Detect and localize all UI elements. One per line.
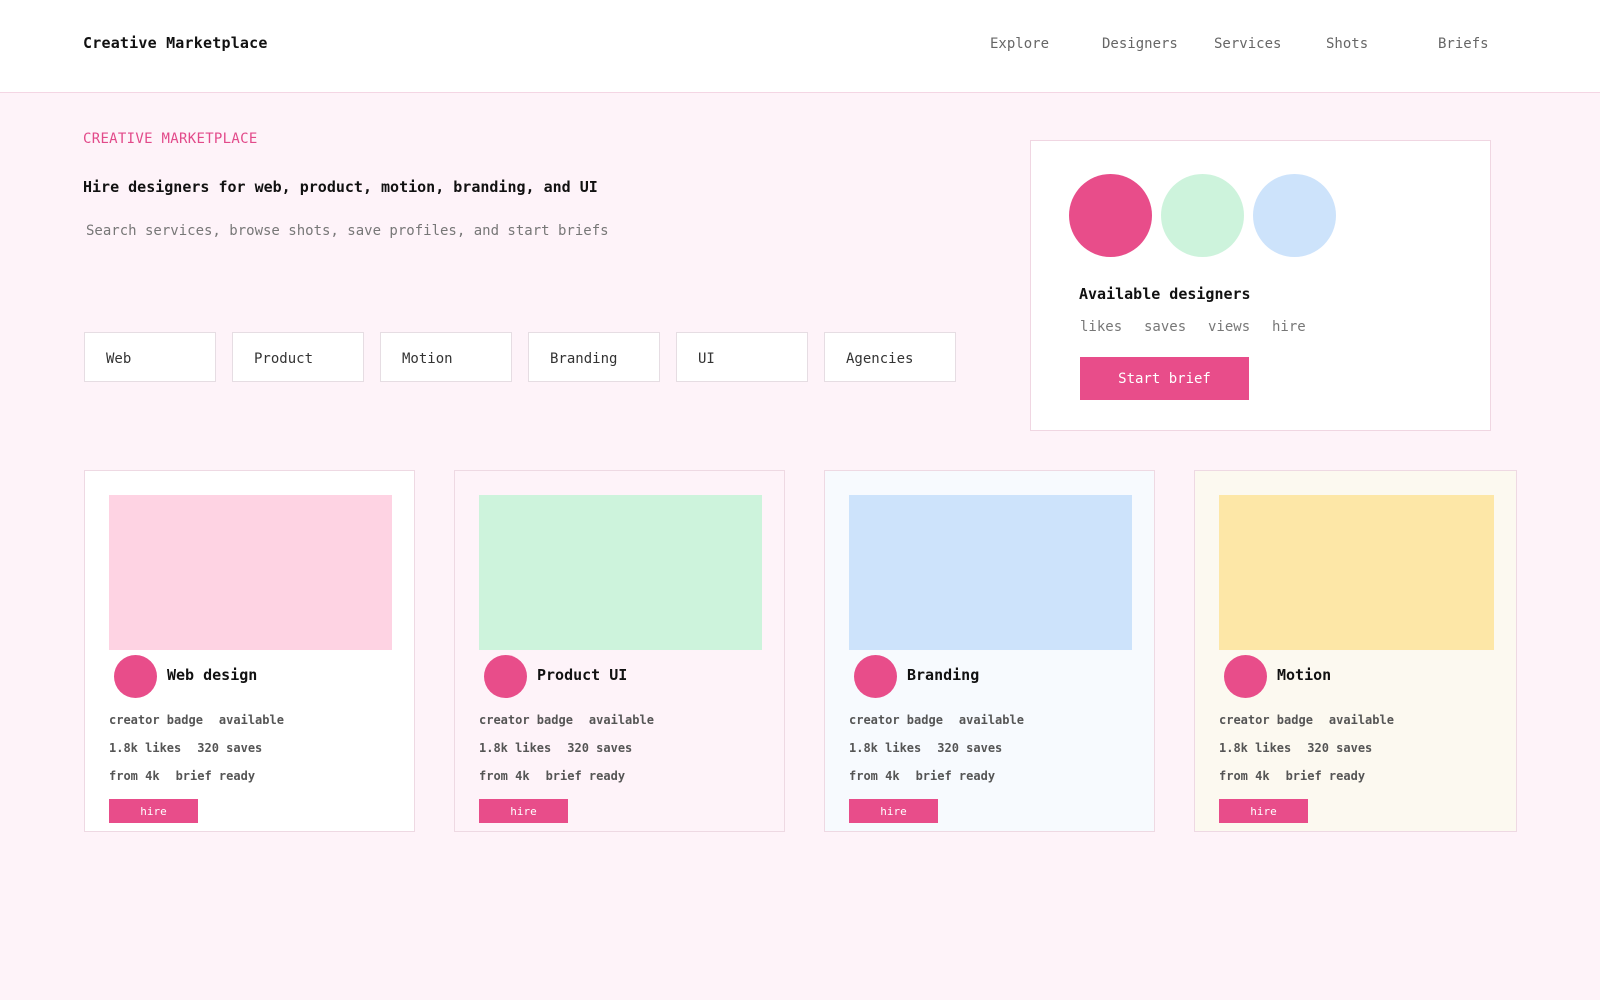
- filter-chip-product[interactable]: Product: [232, 332, 364, 382]
- card-badges: creator badge available: [1219, 713, 1410, 727]
- availability-status: available: [218, 713, 284, 727]
- likes-count: 1.8k likes: [109, 741, 182, 755]
- brief-status: brief ready: [545, 769, 626, 783]
- card-stats: 1.8k likes 320 saves: [479, 741, 648, 755]
- card-thumbnail[interactable]: [1219, 495, 1494, 650]
- nav-shots[interactable]: Shots: [1326, 36, 1368, 52]
- nav-services[interactable]: Services: [1214, 36, 1281, 52]
- designer-avatar[interactable]: [1069, 174, 1152, 257]
- creator-badge: creator badge: [109, 713, 203, 727]
- card-title[interactable]: Product UI: [537, 666, 627, 684]
- card-badges: creator badge available: [849, 713, 1040, 727]
- saves-count: 320 saves: [197, 741, 263, 755]
- likes-count: 1.8k likes: [849, 741, 922, 755]
- card-avatar: [484, 655, 527, 698]
- card-badges: creator badge available: [109, 713, 300, 727]
- filter-chip-motion[interactable]: Motion: [380, 332, 512, 382]
- availability-status: available: [588, 713, 654, 727]
- filter-chip-web[interactable]: Web: [84, 332, 216, 382]
- price: from 4k: [1219, 769, 1270, 783]
- card-avatar: [854, 655, 897, 698]
- nav-explore[interactable]: Explore: [990, 36, 1049, 52]
- card-title[interactable]: Motion: [1277, 666, 1331, 684]
- brief-status: brief ready: [1285, 769, 1366, 783]
- hire-button[interactable]: hire: [479, 799, 568, 823]
- price: from 4k: [479, 769, 530, 783]
- panel-title: Available designers: [1079, 285, 1251, 303]
- hero-eyebrow: CREATIVE MARKETPLACE: [83, 131, 258, 147]
- stat-views: views: [1208, 319, 1251, 335]
- card-stats: 1.8k likes 320 saves: [849, 741, 1018, 755]
- stat-saves: saves: [1144, 319, 1187, 335]
- designer-avatar[interactable]: [1161, 174, 1244, 257]
- card-pricing: from 4k brief ready: [849, 769, 1011, 783]
- card-thumbnail[interactable]: [109, 495, 392, 650]
- service-card[interactable]: Branding creator badge available 1.8k lik…: [824, 470, 1155, 832]
- top-navigation-bar: Creative Marketplace Explore Designers S…: [0, 0, 1600, 93]
- saves-count: 320 saves: [1307, 741, 1373, 755]
- start-brief-button[interactable]: Start brief: [1080, 357, 1249, 400]
- saves-count: 320 saves: [567, 741, 633, 755]
- filter-chip-ui[interactable]: UI: [676, 332, 808, 382]
- price: from 4k: [849, 769, 900, 783]
- nav-designers[interactable]: Designers: [1102, 36, 1178, 52]
- likes-count: 1.8k likes: [479, 741, 552, 755]
- availability-status: available: [1328, 713, 1394, 727]
- card-avatar: [114, 655, 157, 698]
- service-card[interactable]: Product UI creator badge available 1.8k l…: [454, 470, 785, 832]
- brand-logo-text[interactable]: Creative Marketplace: [83, 34, 268, 52]
- card-stats: 1.8k likes 320 saves: [1219, 741, 1388, 755]
- hire-button[interactable]: hire: [849, 799, 938, 823]
- card-pricing: from 4k brief ready: [1219, 769, 1381, 783]
- stat-likes: likes: [1080, 319, 1123, 335]
- card-badges: creator badge available: [479, 713, 670, 727]
- availability-status: available: [958, 713, 1024, 727]
- price: from 4k: [109, 769, 160, 783]
- stat-hire: hire: [1272, 319, 1306, 335]
- hire-button[interactable]: hire: [109, 799, 198, 823]
- card-thumbnail[interactable]: [479, 495, 762, 650]
- card-title[interactable]: Branding: [907, 666, 979, 684]
- card-pricing: from 4k brief ready: [109, 769, 271, 783]
- available-designers-panel: Available designers likes saves views hi…: [1030, 140, 1491, 431]
- hero-headline: Hire designers for web, product, motion,…: [83, 178, 598, 196]
- brief-status: brief ready: [915, 769, 996, 783]
- creator-badge: creator badge: [849, 713, 943, 727]
- card-pricing: from 4k brief ready: [479, 769, 641, 783]
- filter-chip-agencies[interactable]: Agencies: [824, 332, 956, 382]
- hero-subhead: Search services, browse shots, save prof…: [86, 223, 609, 239]
- brief-status: brief ready: [175, 769, 256, 783]
- service-card[interactable]: Motion creator badge available 1.8k likes…: [1194, 470, 1517, 832]
- likes-count: 1.8k likes: [1219, 741, 1292, 755]
- nav-briefs[interactable]: Briefs: [1438, 36, 1489, 52]
- designer-avatar[interactable]: [1253, 174, 1336, 257]
- filter-chip-branding[interactable]: Branding: [528, 332, 660, 382]
- creator-badge: creator badge: [479, 713, 573, 727]
- card-avatar: [1224, 655, 1267, 698]
- creator-badge: creator badge: [1219, 713, 1313, 727]
- hire-button[interactable]: hire: [1219, 799, 1308, 823]
- card-stats: 1.8k likes 320 saves: [109, 741, 278, 755]
- card-title[interactable]: Web design: [167, 666, 257, 684]
- card-thumbnail[interactable]: [849, 495, 1132, 650]
- saves-count: 320 saves: [937, 741, 1003, 755]
- service-card[interactable]: Web design creator badge available 1.8k l…: [84, 470, 415, 832]
